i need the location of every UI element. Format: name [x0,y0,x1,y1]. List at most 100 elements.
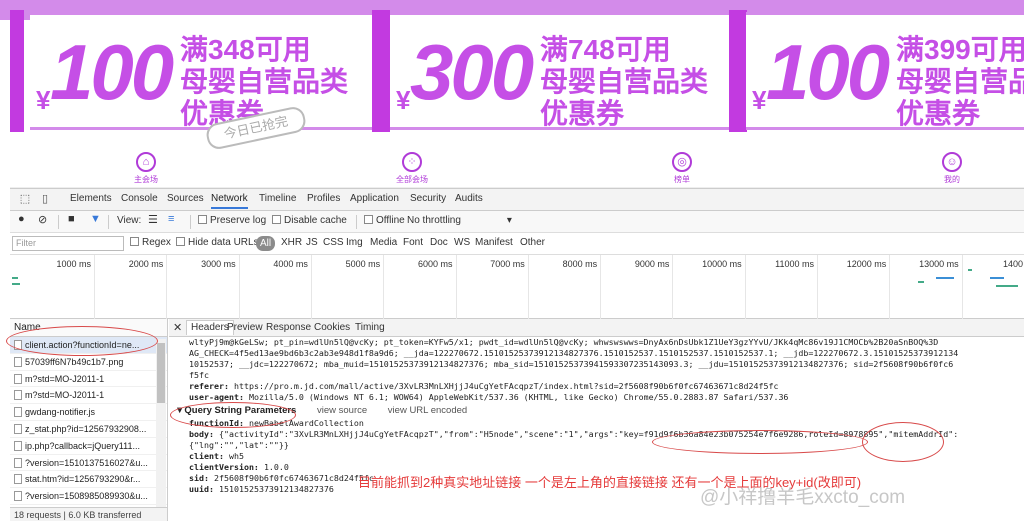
request-row[interactable]: gwdang-notifier.js [10,404,167,421]
timeline-gridline [166,255,168,319]
coupon-currency: ¥ [396,85,411,115]
offline-checkbox[interactable]: Offline [364,215,405,226]
hide-data-urls-checkbox[interactable]: Hide data URLs [176,237,259,248]
filter-input[interactable]: Filter [12,236,124,251]
preserve-log-checkbox[interactable]: Preserve log [198,215,266,226]
filter-type-other[interactable]: Other [520,237,545,248]
file-icon [14,356,22,367]
mobile-nav-ranking[interactable]: ◎ 榜单 [652,152,712,185]
requests-summary: 18 requests | 6.0 KB transferred [10,507,167,521]
overview-view-icon[interactable]: ≡ [168,213,174,225]
tab-security[interactable]: Security [410,193,446,204]
tab-profiles[interactable]: Profiles [307,193,340,204]
request-row[interactable]: m?std=MO-J2011-1 [10,371,167,388]
timeline-gridline [527,255,529,319]
user-icon: ☺ [942,152,962,172]
coupon-condition: 满348可用 [180,34,311,65]
timeline-tick-label: 11000 ms [775,259,814,269]
detail-tab-preview[interactable]: Preview [227,322,263,333]
mobile-nav-label: 主会场 [134,175,158,184]
detail-tab-cookies[interactable]: Cookies [314,322,350,333]
param-row: uuid: 15101525373912134827376 [189,484,334,494]
request-row[interactable]: stat.htm?id=1256793290&r... [10,471,167,489]
request-row[interactable]: z_stat.php?id=12567932908... [10,421,167,438]
timeline-gridline [455,255,457,319]
view-url-encoded-link[interactable]: view URL encoded [388,405,467,416]
tab-audits[interactable]: Audits [455,193,483,204]
timeline-tick-label: 5000 ms [345,259,381,269]
requests-scrollbar[interactable] [156,339,166,507]
list-view-icon[interactable]: ☰ [148,213,158,226]
coupon-card-1[interactable]: ¥ 100 满348可用 母婴自营品类 优惠券 今日已抢完 [30,12,375,150]
param-row: sid: 2f5608f90b6f0fc67463671c8d24f5fc [189,473,374,483]
coupon-card-3[interactable]: ¥ 100 满399可用 母婴自营品类 优惠券 [746,12,1024,130]
scrollbar-thumb[interactable] [157,343,165,403]
filter-type-font[interactable]: Font [403,237,423,248]
highlight-ellipse-key [652,430,868,454]
request-row[interactable]: 57039ff6N7b49c1b7.png [10,354,167,371]
header-key: referer: [189,381,229,391]
device-toolbar-icon[interactable]: ▯ [38,192,52,206]
param-row: client: wh5 [189,451,244,461]
toolbar-separator [356,215,357,229]
grid-icon: ⁘ [402,152,422,172]
inspect-element-icon[interactable]: ⬚ [18,192,32,206]
file-icon [14,474,22,485]
detail-tab-timing[interactable]: Timing [355,322,385,333]
param-row: {"lng":"","lat":""}} [189,440,289,450]
tab-timeline[interactable]: Timeline [259,193,296,204]
header-value: https://pro.m.jd.com/mall/active/3XvLR3M… [233,381,779,391]
file-icon [14,457,22,468]
mobile-nav-bar: ⌂ 主会场 ⁘ 全部会场 ◎ 榜单 ☺ 我的 [10,150,1024,188]
detail-tab-response[interactable]: Response [266,322,311,333]
timeline-gridline [310,255,312,319]
tab-application[interactable]: Application [350,193,399,204]
filter-type-doc[interactable]: Doc [430,237,448,248]
filter-type-media[interactable]: Media [370,237,397,248]
filter-type-ws[interactable]: WS [454,237,470,248]
filter-type-img[interactable]: Img [346,237,363,248]
filter-type-all[interactable]: All [256,236,276,251]
capture-screenshots-icon[interactable]: ■ [68,213,75,225]
mobile-nav-label: 榜单 [674,175,690,184]
request-row[interactable]: ip.php?callback=jQuery111... [10,438,167,455]
tab-network[interactable]: Network [211,193,248,209]
waterfall-bar [968,269,972,271]
file-icon [14,491,22,502]
watermark: @小祥撸羊毛xxcto_com [700,487,906,508]
mobile-nav-mine[interactable]: ☺ 我的 [922,152,982,185]
filter-icon[interactable]: ▼ [90,213,101,225]
referer-header: referer: https://pro.m.jd.com/mall/activ… [189,381,778,392]
regex-checkbox[interactable]: Regex [130,237,171,248]
throttling-select[interactable]: No throttling ▾ [407,215,512,226]
mobile-nav-main-venue[interactable]: ⌂ 主会场 [116,152,176,185]
filter-type-manifest[interactable]: Manifest [475,237,513,248]
highlight-ellipse-query [170,402,296,428]
tab-elements[interactable]: Elements [70,193,112,204]
timeline-gridline [383,255,385,319]
filter-type-js[interactable]: JS [306,237,318,248]
coupon-banner: ¥ 100 满348可用 母婴自营品类 优惠券 今日已抢完 ¥ 300 满748… [0,0,1024,150]
request-row[interactable]: m?std=MO-J2011-1 [10,387,167,405]
coupon-divider [729,10,747,132]
coupon-condition: 满399可用 [896,34,1024,65]
coupon-currency: ¥ [752,85,767,115]
view-label: View: [117,215,142,226]
timeline-gridline [744,255,746,319]
tab-sources[interactable]: Sources [167,193,204,204]
request-row[interactable]: ?version=1508985089930&u... [10,488,167,505]
timeline-tick-label: 8000 ms [562,259,598,269]
close-detail-icon[interactable]: ✕ [173,321,182,334]
request-row[interactable]: ?version=1510137516027&u... [10,455,167,472]
tab-console[interactable]: Console [121,193,158,204]
mobile-nav-all-venues[interactable]: ⁘ 全部会场 [382,152,442,185]
disable-cache-checkbox[interactable]: Disable cache [272,215,347,226]
network-overview-timeline[interactable]: 1000 ms 2000 ms 3000 ms 4000 ms 5000 ms 6000 … [10,255,1024,319]
filter-type-css[interactable]: CSS [323,237,344,248]
filter-type-xhr[interactable]: XHR [281,237,302,248]
coupon-card-2[interactable]: ¥ 300 满748可用 母婴自营品类 优惠券 [390,12,732,130]
view-source-link[interactable]: view source [317,405,367,416]
coupon-amount: 300 [410,28,534,116]
clear-icon[interactable]: ⊘ [38,213,47,226]
record-icon[interactable]: ● [18,213,25,225]
